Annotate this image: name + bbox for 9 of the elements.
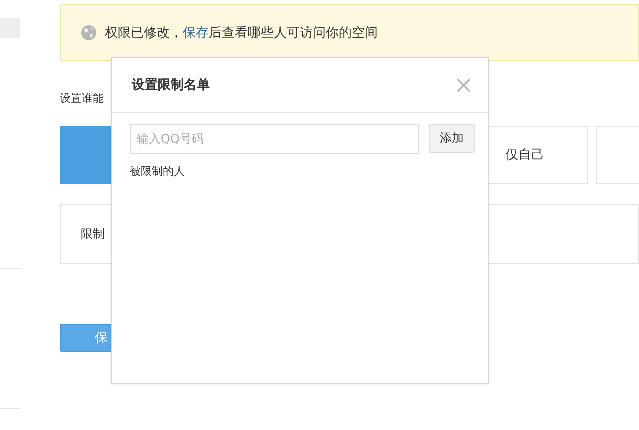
restricted-list-label: 被限制的人 — [130, 164, 186, 179]
section-label: 设置谁能 — [60, 91, 105, 106]
save-link[interactable]: 保存 — [183, 26, 209, 40]
restriction-label: 限制 — [81, 226, 105, 242]
qq-input-field[interactable]: 输入QQ号码 — [130, 124, 419, 154]
dialog-title: 设置限制名单 — [132, 77, 210, 94]
notice-text: 权限已修改，保存后查看哪些人可访问你的空间 — [105, 24, 378, 42]
globe-icon — [81, 24, 97, 40]
add-button[interactable]: 添加 — [429, 124, 475, 153]
